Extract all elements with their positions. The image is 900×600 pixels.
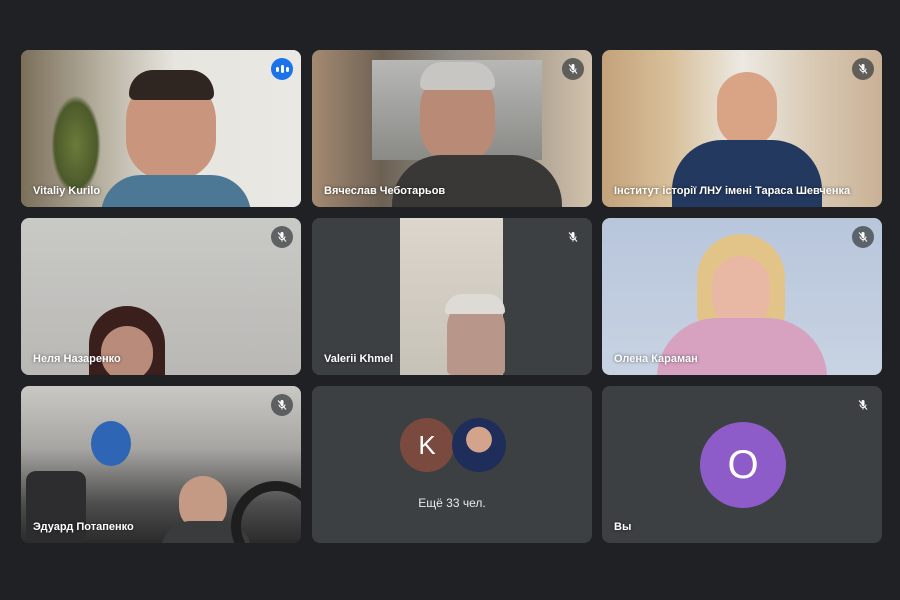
participant-tile-valerii[interactable]: Valerii Khmel xyxy=(312,218,592,375)
toy-decoration xyxy=(91,421,131,466)
mic-off-icon xyxy=(562,58,584,80)
participant-tile-nelya[interactable]: Неля Назаренко xyxy=(21,218,301,375)
participant-tile-vyacheslav[interactable]: Вячеслав Чеботарьов xyxy=(312,50,592,207)
mic-off-icon xyxy=(562,226,584,248)
participant-name: Valerii Khmel xyxy=(324,353,394,365)
participant-hair xyxy=(129,70,214,100)
participant-avatar: K xyxy=(400,418,454,472)
mic-off-icon xyxy=(852,58,874,80)
plant-decoration xyxy=(51,95,101,195)
mic-off-icon xyxy=(852,394,874,416)
audio-level-icon xyxy=(271,58,293,80)
participant-name: Інститут історії ЛНУ імені Тараса Шевчен… xyxy=(614,185,851,197)
participant-name: Вы xyxy=(614,521,632,533)
participant-hair xyxy=(445,294,505,314)
avatar-initial: O xyxy=(727,442,759,487)
mic-off-icon xyxy=(271,394,293,416)
more-participants-tile[interactable]: K Ещё 33 чел. xyxy=(312,386,592,543)
participant-avatar-photo xyxy=(452,418,506,472)
avatar-initial: K xyxy=(418,429,436,460)
participant-name: Олена Караман xyxy=(614,353,698,365)
participant-hair xyxy=(420,62,495,90)
participant-figure xyxy=(717,72,777,147)
participant-figure xyxy=(101,326,153,375)
participant-tile-eduard[interactable]: Эдуард Потапенко xyxy=(21,386,301,543)
participant-name: Vitaliy Kurilo xyxy=(33,185,101,197)
more-participants-label: Ещё 33 чел. xyxy=(418,496,486,510)
participant-tile-vitaliy-kurilo[interactable]: Vitaliy Kurilo xyxy=(21,50,301,207)
participant-name: Эдуард Потапенко xyxy=(33,521,134,533)
participant-name: Неля Назаренко xyxy=(33,353,121,365)
mic-off-icon xyxy=(271,226,293,248)
mic-off-icon xyxy=(852,226,874,248)
participant-tile-institute[interactable]: Інститут історії ЛНУ імені Тараса Шевчен… xyxy=(602,50,882,207)
participant-name: Вячеслав Чеботарьов xyxy=(324,185,446,197)
participant-shirt xyxy=(392,155,562,207)
self-tile[interactable]: O Вы xyxy=(602,386,882,543)
participant-shirt xyxy=(101,175,251,207)
participant-tile-olena[interactable]: Олена Караман xyxy=(602,218,882,375)
self-avatar: O xyxy=(700,422,786,508)
